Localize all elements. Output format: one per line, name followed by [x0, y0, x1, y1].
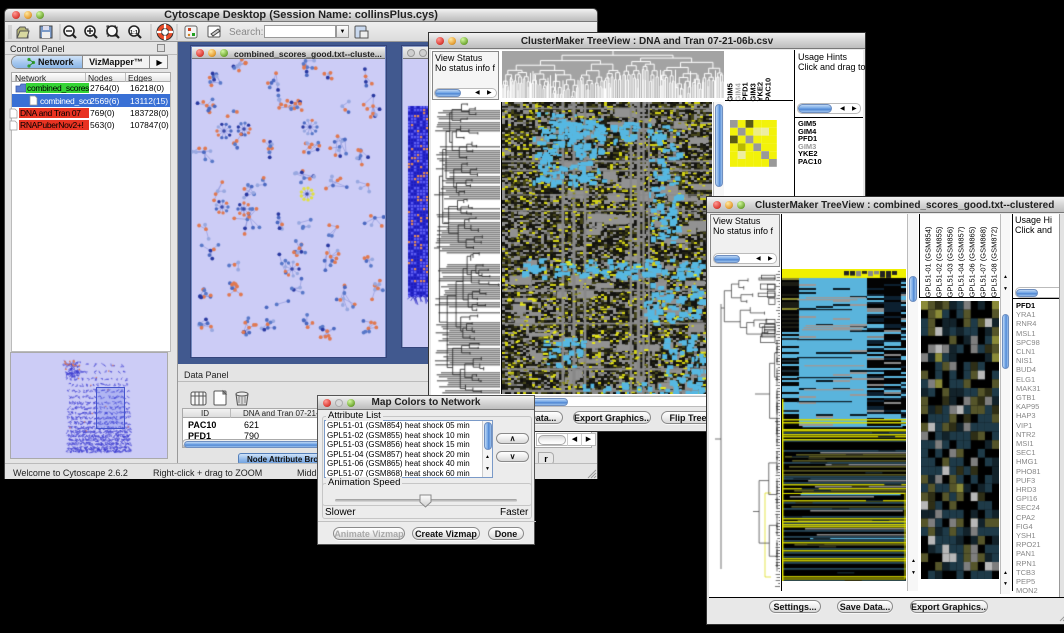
svg-text:1:1: 1:1 — [130, 30, 138, 36]
svg-text:Search:: Search: — [229, 27, 263, 38]
